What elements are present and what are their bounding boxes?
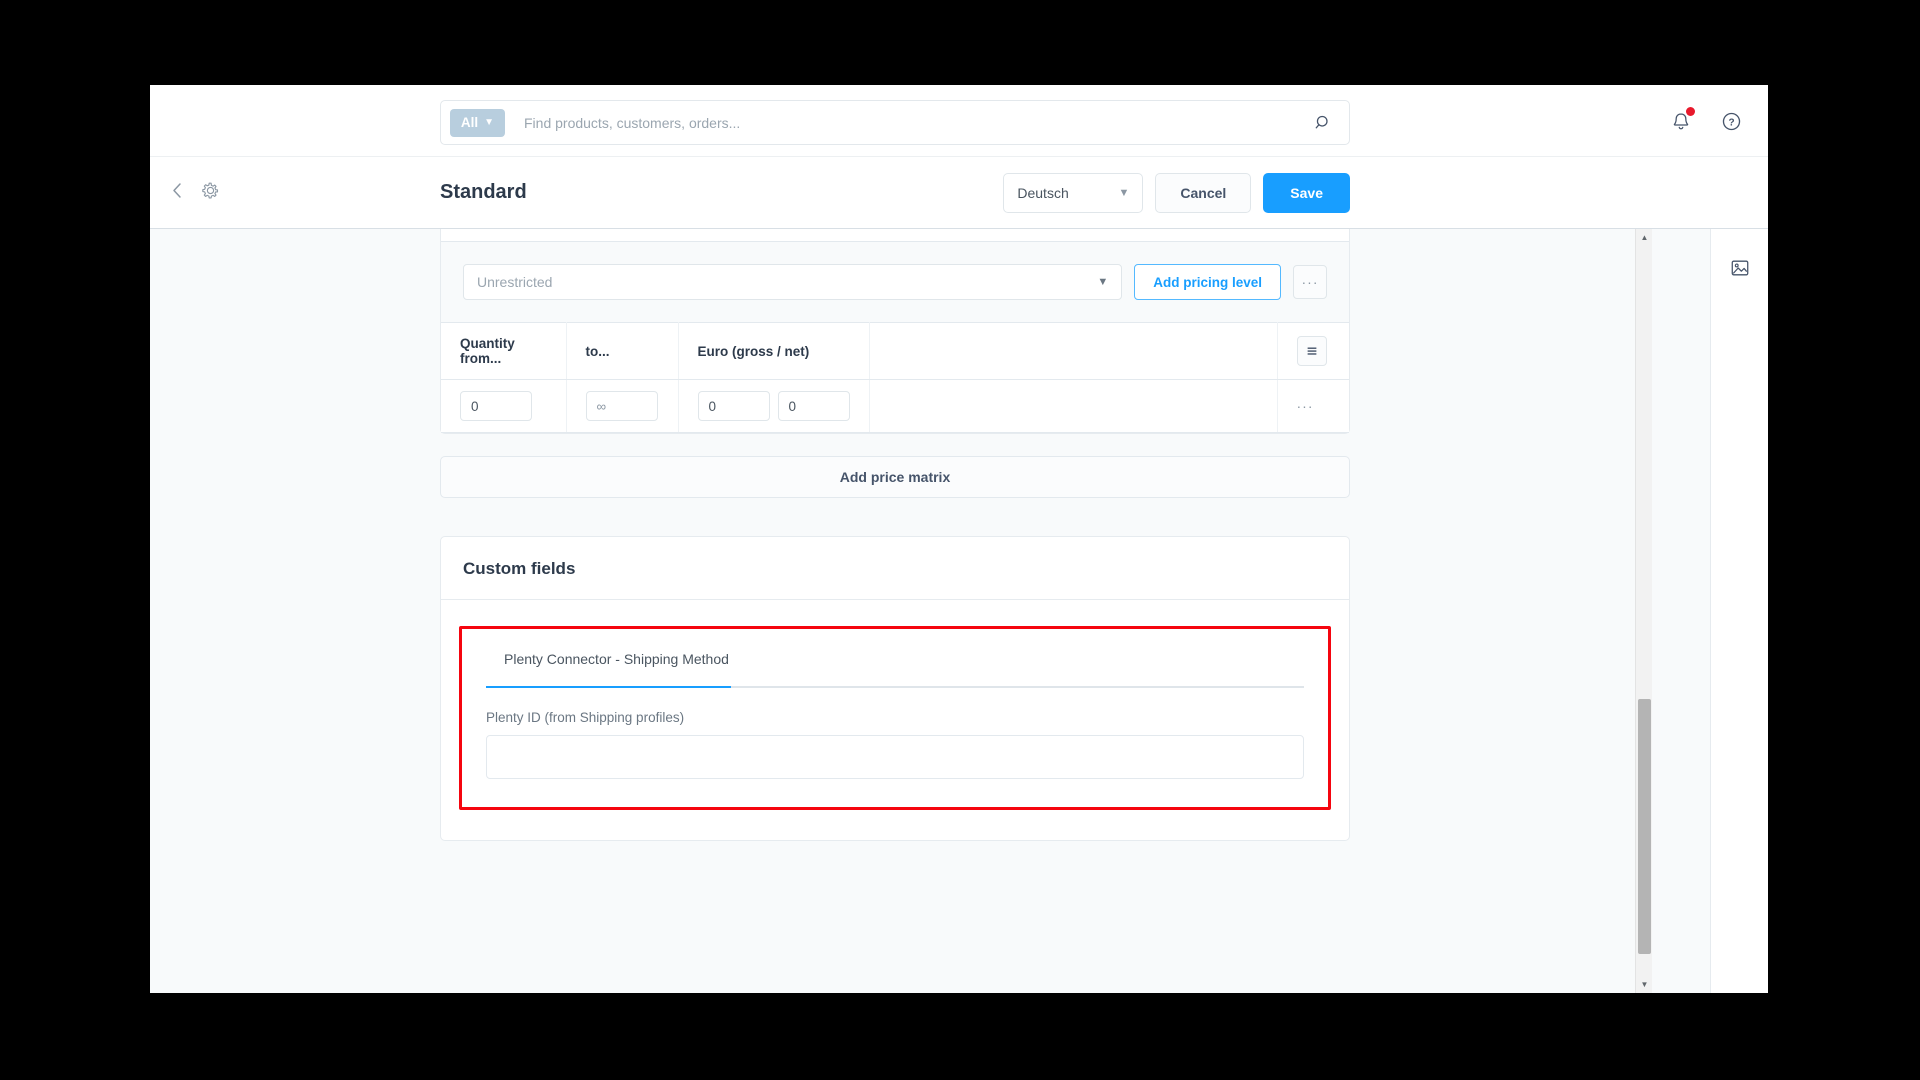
quantity-from-input[interactable] xyxy=(460,391,532,421)
add-pricing-level-button[interactable]: Add pricing level xyxy=(1134,264,1281,300)
notification-badge xyxy=(1686,107,1695,116)
pricing-level-bar: Unrestricted ▼ Add pricing level ··· xyxy=(441,242,1349,322)
global-search[interactable]: All ▼ xyxy=(440,100,1350,145)
tab-plenty-connector-shipping-method[interactable]: Plenty Connector - Shipping Method xyxy=(486,651,1304,686)
topbar-actions: ? xyxy=(1666,85,1746,157)
pricing-section-title: Unrestricted xyxy=(463,229,563,230)
chevron-down-icon: ▼ xyxy=(1097,276,1109,288)
back-button[interactable] xyxy=(170,181,185,205)
cancel-button[interactable]: Cancel xyxy=(1155,172,1252,213)
column-to: to... xyxy=(566,322,679,380)
pricing-more-button[interactable]: ··· xyxy=(1293,265,1327,299)
column-euro: Euro (gross / net) xyxy=(678,322,870,380)
pricing-card: Unrestricted Unrestricted ▼ Add pricing … xyxy=(440,229,1350,434)
content-column: Unrestricted Unrestricted ▼ Add pricing … xyxy=(440,229,1350,841)
plenty-id-label: Plenty ID (from Shipping profiles) xyxy=(486,710,685,725)
settings-button[interactable] xyxy=(201,181,220,205)
custom-fields-card: Custom fields Plenty Connector - Shippin… xyxy=(440,536,1350,841)
column-actions xyxy=(1277,322,1349,380)
row-menu-button[interactable]: ··· xyxy=(1297,398,1331,414)
vertical-scrollbar[interactable]: ▲ ▼ xyxy=(1635,229,1652,993)
global-topbar: All ▼ ? xyxy=(150,85,1768,157)
price-matrix-table: Quantity from... to... Euro (gross / net… xyxy=(441,322,1349,433)
notifications-button[interactable] xyxy=(1666,106,1696,136)
gear-icon xyxy=(202,182,219,198)
search-icon xyxy=(1315,115,1328,129)
cell-to xyxy=(566,379,679,433)
search-submit-button[interactable] xyxy=(1305,105,1341,141)
page-header: Standard Deutsch ▼ Cancel Save xyxy=(150,157,1768,229)
table-options-button[interactable] xyxy=(1296,336,1327,366)
pricing-card-header: Unrestricted xyxy=(441,229,1349,242)
list-lines-icon xyxy=(1307,347,1316,355)
plenty-id-input[interactable] xyxy=(486,735,1304,779)
euro-net-input[interactable] xyxy=(777,391,850,421)
scroll-down-button[interactable]: ▼ xyxy=(1636,976,1653,993)
chevron-down-icon: ▼ xyxy=(484,116,495,128)
scroll-region: Unrestricted Unrestricted ▼ Add pricing … xyxy=(150,229,1710,993)
search-scope-dropdown[interactable]: All ▼ xyxy=(450,108,505,137)
page-body: Unrestricted Unrestricted ▼ Add pricing … xyxy=(150,229,1768,993)
scroll-up-button[interactable]: ▲ xyxy=(1636,229,1653,246)
language-select[interactable]: Deutsch ▼ xyxy=(1003,172,1144,213)
custom-fields-body: Plenty Connector - Shipping Method Plent… xyxy=(441,600,1349,810)
search-input[interactable] xyxy=(505,114,1305,131)
scrollbar-thumb[interactable] xyxy=(1638,699,1651,954)
search-scope-label: All xyxy=(460,115,479,130)
table-header-row: Quantity from... to... Euro (gross / net… xyxy=(441,322,1349,380)
cell-spacer xyxy=(869,379,1278,433)
help-button[interactable]: ? xyxy=(1716,106,1746,136)
image-icon xyxy=(1731,260,1748,276)
cell-quantity-from xyxy=(441,379,567,433)
custom-fields-header: Custom fields xyxy=(441,537,1349,600)
pricing-level-value: Unrestricted xyxy=(477,274,553,290)
custom-field-tabs: Plenty Connector - Shipping Method xyxy=(486,651,1304,688)
question-circle-icon: ? xyxy=(1722,112,1740,130)
add-price-matrix-button[interactable]: Add price matrix xyxy=(440,456,1350,498)
quantity-to-input[interactable] xyxy=(585,391,658,421)
table-row: ··· xyxy=(441,379,1349,433)
svg-text:?: ? xyxy=(1728,117,1734,128)
column-quantity-from: Quantity from... xyxy=(441,322,567,380)
column-spacer xyxy=(869,322,1278,380)
media-panel-button[interactable] xyxy=(1723,251,1757,285)
save-button[interactable]: Save xyxy=(1263,172,1350,213)
page-header-actions: Deutsch ▼ Cancel Save xyxy=(1003,172,1350,213)
page-header-left xyxy=(150,181,420,205)
cell-actions: ··· xyxy=(1277,379,1349,433)
language-select-value: Deutsch xyxy=(1017,184,1069,201)
pricing-level-select[interactable]: Unrestricted ▼ xyxy=(463,264,1123,300)
chevron-down-icon: ▼ xyxy=(1118,186,1130,199)
custom-fields-title: Custom fields xyxy=(463,559,576,578)
app-window: All ▼ ? xyxy=(150,85,1768,993)
chevron-left-icon xyxy=(173,182,181,198)
tab-active-indicator xyxy=(486,686,731,688)
tab-underline xyxy=(486,686,1304,688)
cell-euro xyxy=(678,379,870,433)
euro-gross-input[interactable] xyxy=(697,391,770,421)
highlight-box: Plenty Connector - Shipping Method Plent… xyxy=(459,626,1331,810)
right-rail xyxy=(1710,229,1768,993)
page-title: Standard xyxy=(440,181,527,203)
